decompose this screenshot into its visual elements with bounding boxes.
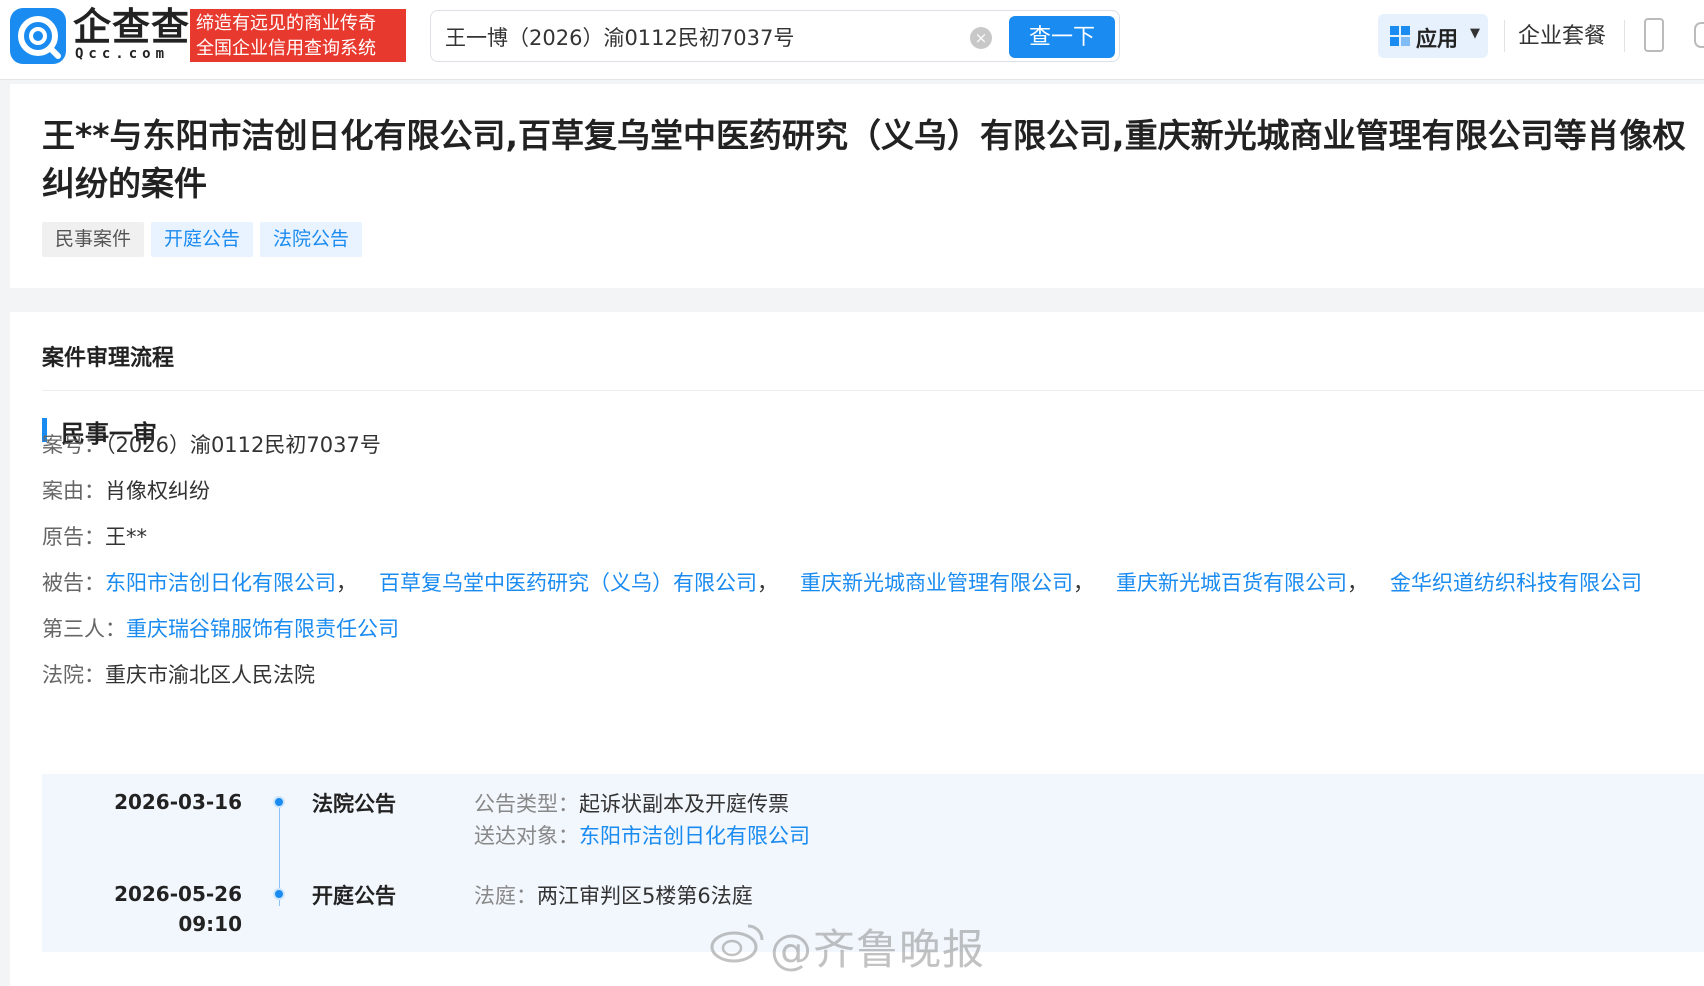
search-input[interactable] — [445, 21, 965, 53]
notice-type-row: 公告类型：起诉状副本及开庭传票 — [474, 788, 789, 820]
phone-icon[interactable] — [1644, 18, 1664, 52]
case-number-row: 案号：（2026）渝0112民初7037号 — [42, 430, 381, 460]
courtroom-value: 两江审判区5楼第6法庭 — [537, 884, 753, 908]
recipient-row: 送达对象：东阳市洁创日化有限公司 — [474, 820, 810, 852]
defendant-link[interactable]: 百草复乌堂中医药研究（义乌）有限公司 — [379, 571, 757, 595]
page-title: 王**与东阳市洁创日化有限公司,百草复乌堂中医药研究（义乌）有限公司,重庆新光城… — [42, 116, 1686, 203]
slogan-line-2: 全国企业信用查询系统 — [196, 38, 376, 59]
apps-grid-icon — [1390, 26, 1410, 46]
case-number-label: 案号： — [42, 433, 105, 457]
bell-icon[interactable] — [1694, 22, 1704, 48]
courtroom-row: 法庭：两江审判区5楼第6法庭 — [474, 880, 753, 912]
separator: ， — [757, 571, 778, 595]
clear-icon[interactable]: × — [970, 27, 992, 49]
recipient-link[interactable]: 东阳市洁创日化有限公司 — [579, 824, 810, 848]
apps-label: 应用 — [1416, 27, 1458, 51]
third-party-link[interactable]: 重庆瑞谷锦服饰有限责任公司 — [126, 617, 399, 641]
divider — [1624, 20, 1625, 52]
defendant-label: 被告： — [42, 571, 105, 595]
timeline-dot — [273, 796, 285, 808]
divider — [1504, 20, 1505, 52]
timeline-date: 2026-05-26 — [114, 882, 242, 906]
qcc-logo-icon[interactable] — [10, 8, 66, 64]
defendant-link[interactable]: 重庆新光城商业管理有限公司 — [800, 571, 1073, 595]
defendant-link[interactable]: 东阳市洁创日化有限公司 — [105, 571, 336, 595]
caret-down-icon: ▼ — [1470, 26, 1480, 41]
notice-type-label: 公告类型： — [474, 792, 579, 816]
top-bar: 企查查 Qcc.com 缔造有远见的商业传奇 全国企业信用查询系统 × 查一下 … — [0, 0, 1704, 80]
tag-court-notice[interactable]: 法院公告 — [260, 222, 363, 257]
plaintiff-value: 王** — [105, 525, 147, 549]
timeline-event-type: 开庭公告 — [312, 884, 396, 908]
separator: ， — [336, 571, 357, 595]
apps-button[interactable]: 应用 ▼ — [1378, 14, 1488, 58]
cause-label: 案由： — [42, 479, 105, 503]
case-title-card: 王**与东阳市洁创日化有限公司,百草复乌堂中医药研究（义乌）有限公司,重庆新光城… — [10, 84, 1704, 288]
case-number-value: （2026）渝0112民初7037号 — [105, 433, 381, 457]
search-button[interactable]: 查一下 — [1009, 16, 1115, 58]
timeline-dot — [273, 888, 285, 900]
case-tags: 民事案件 开庭公告 法院公告 — [42, 222, 369, 257]
court-label: 法院： — [42, 663, 105, 687]
court-value: 重庆市渝北区人民法院 — [105, 663, 315, 687]
court-row: 法院：重庆市渝北区人民法院 — [42, 660, 315, 690]
watermark: @齐鲁晚报 — [770, 925, 986, 974]
logo-text[interactable]: 企查查 — [73, 6, 190, 48]
case-process-card: 案件审理流程 民事一审 案号：（2026）渝0112民初7037号 案由：肖像权… — [10, 312, 1704, 986]
defendant-row: 被告：东阳市洁创日化有限公司， 百草复乌堂中医药研究（义乌）有限公司， 重庆新光城商… — [42, 568, 1642, 598]
courtroom-label: 法庭： — [474, 884, 537, 908]
defendant-link[interactable]: 金华织道纺织科技有限公司 — [1390, 571, 1642, 595]
enterprise-package-link[interactable]: 企业套餐 — [1518, 18, 1606, 50]
tag-hearing-notice[interactable]: 开庭公告 — [151, 222, 254, 257]
defendant-link[interactable]: 重庆新光城百货有限公司 — [1116, 571, 1347, 595]
third-party-label: 第三人： — [42, 617, 126, 641]
slogan-banner: 缔造有远见的商业传奇 全国企业信用查询系统 — [190, 9, 406, 62]
logo-subtext: Qcc.com — [75, 46, 170, 62]
section-title: 案件审理流程 — [42, 346, 175, 371]
plaintiff-row: 原告：王** — [42, 522, 147, 552]
timeline-event-type: 法院公告 — [312, 792, 396, 816]
weibo-icon — [710, 924, 764, 963]
cause-value: 肖像权纠纷 — [105, 479, 210, 503]
timeline-time: 09:10 — [178, 912, 242, 936]
slogan-line-1: 缔造有远见的商业传奇 — [196, 13, 376, 34]
separator: ， — [1347, 571, 1368, 595]
separator: ， — [1073, 571, 1094, 595]
plaintiff-label: 原告： — [42, 525, 105, 549]
third-party-row: 第三人：重庆瑞谷锦服饰有限责任公司 — [42, 614, 399, 644]
notice-type-value: 起诉状副本及开庭传票 — [579, 792, 789, 816]
tag-civil-case: 民事案件 — [42, 222, 145, 257]
recipient-label: 送达对象： — [474, 824, 579, 848]
timeline-date: 2026-03-16 — [114, 790, 242, 814]
divider — [42, 390, 1704, 391]
search-box: × 查一下 — [430, 10, 1120, 62]
cause-row: 案由：肖像权纠纷 — [42, 476, 210, 506]
